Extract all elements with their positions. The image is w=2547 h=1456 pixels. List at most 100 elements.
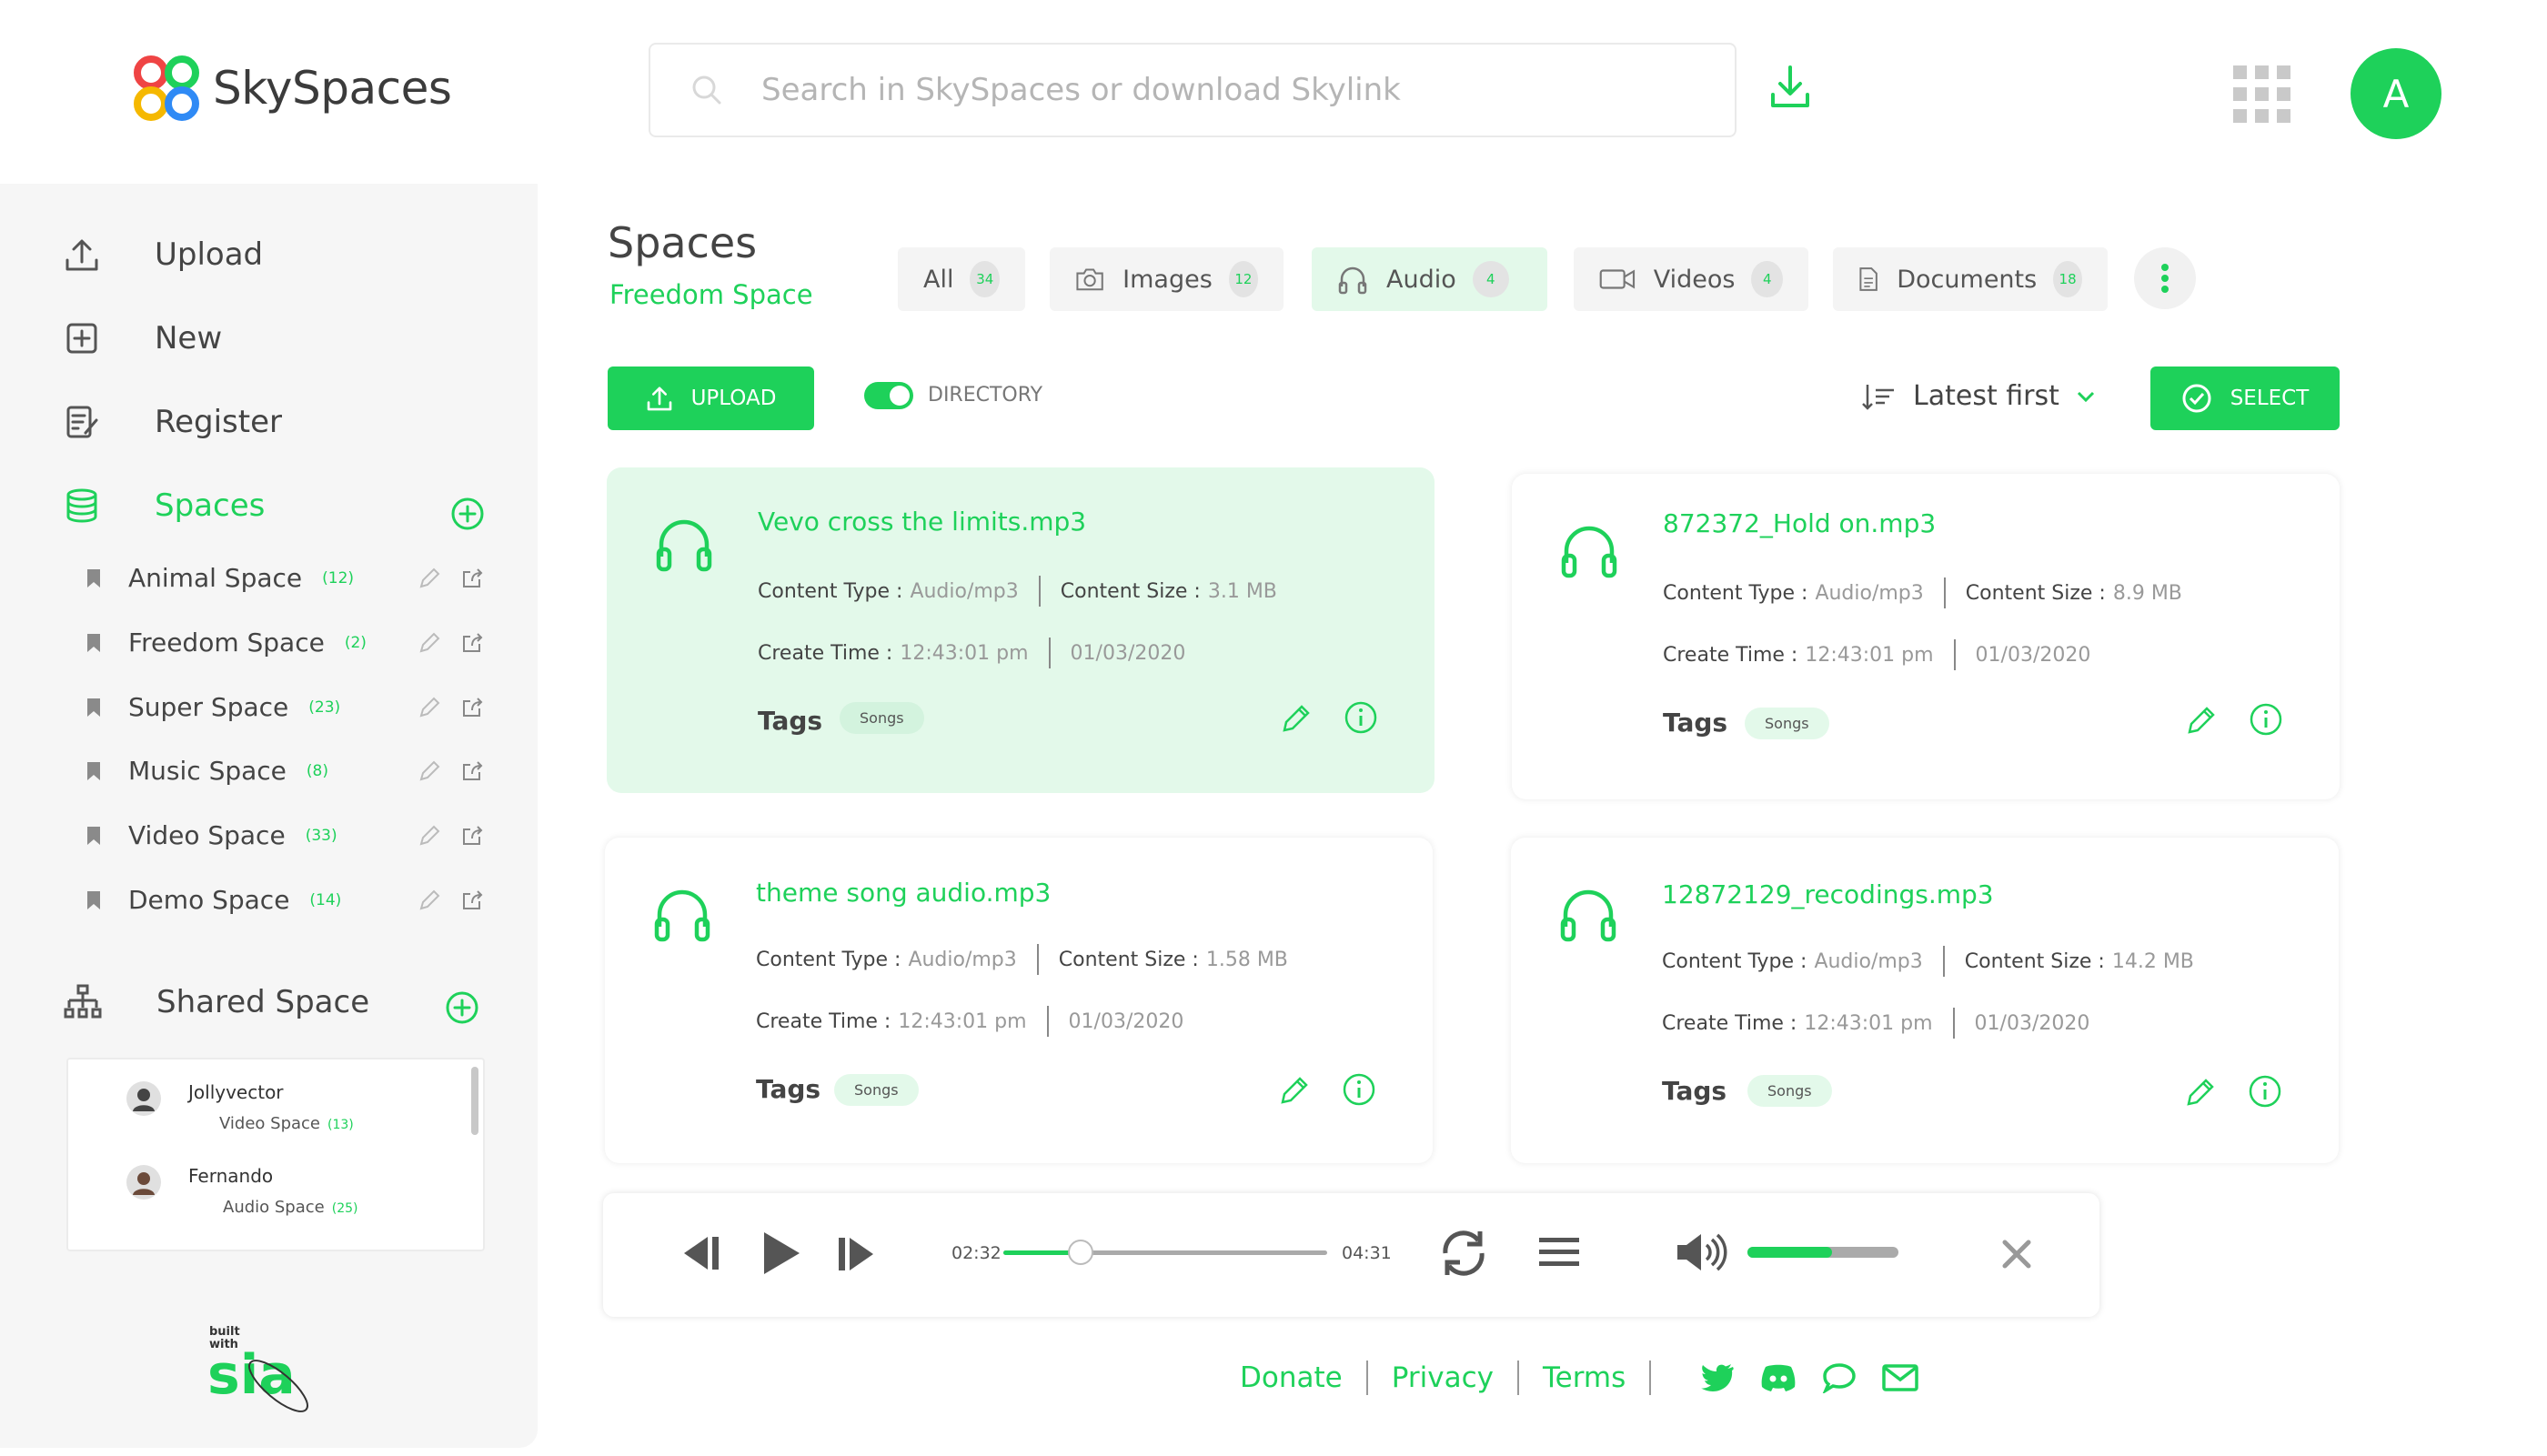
tab-videos[interactable]: Videos 4	[1574, 247, 1808, 311]
info-icon[interactable]	[2248, 1074, 2282, 1109]
more-options-button[interactable]	[2134, 247, 2196, 309]
progress-bar[interactable]	[1003, 1240, 1327, 1265]
sidebar-item-label: Upload	[155, 236, 264, 273]
chat-icon[interactable]	[1822, 1362, 1857, 1393]
space-item[interactable]: Demo Space (14)	[86, 885, 487, 915]
skip-forward-icon[interactable]	[837, 1234, 877, 1274]
shared-users-list[interactable]: Jollyvector Video Space (13) Fernando Aud…	[66, 1058, 485, 1251]
close-icon[interactable]	[2001, 1239, 2032, 1270]
edit-icon[interactable]	[1278, 1074, 1311, 1107]
skip-back-icon[interactable]	[680, 1233, 720, 1273]
share-icon[interactable]	[461, 567, 485, 590]
volume-slider[interactable]	[1747, 1247, 1898, 1258]
tag-chip[interactable]: Songs	[834, 1074, 919, 1106]
select-button[interactable]: SELECT	[2150, 367, 2340, 430]
tab-audio[interactable]: Audio 4	[1312, 247, 1547, 311]
info-icon[interactable]	[1344, 700, 1378, 735]
current-space-link[interactable]: Freedom Space	[609, 279, 813, 310]
terms-link[interactable]: Terms	[1543, 1361, 1626, 1394]
upload-icon	[647, 387, 671, 411]
sidebar-item-register[interactable]: Register	[64, 404, 282, 440]
add-space-icon[interactable]	[450, 497, 485, 531]
space-name: Video Space	[128, 820, 286, 850]
tab-all[interactable]: All 34	[898, 247, 1025, 311]
bookmark-icon	[87, 633, 100, 652]
sidebar-item-new[interactable]: New	[64, 320, 222, 356]
share-icon[interactable]	[461, 696, 485, 719]
sidebar-item-upload[interactable]: Upload	[64, 236, 263, 273]
email-icon[interactable]	[1882, 1364, 1919, 1391]
apps-grid-icon[interactable]	[2233, 65, 2290, 123]
chevron-down-icon	[2077, 391, 2094, 402]
directory-toggle[interactable]	[864, 382, 913, 409]
edit-icon[interactable]	[418, 696, 441, 719]
search-bar[interactable]	[649, 43, 1737, 137]
create-date-value: 01/03/2020	[1070, 641, 1186, 665]
share-icon[interactable]	[461, 759, 485, 783]
share-icon[interactable]	[461, 824, 485, 848]
sidebar-item-shared-space[interactable]: Shared Space	[64, 984, 369, 1020]
add-shared-space-icon[interactable]	[445, 990, 479, 1025]
play-icon[interactable]	[761, 1230, 801, 1277]
edit-icon[interactable]	[418, 631, 441, 655]
search-input[interactable]	[761, 72, 1580, 108]
edit-icon[interactable]	[1280, 702, 1313, 735]
discord-icon[interactable]	[1760, 1363, 1797, 1392]
donate-link[interactable]: Donate	[1240, 1361, 1343, 1394]
info-icon[interactable]	[2249, 702, 2283, 737]
scrollbar[interactable]	[471, 1067, 478, 1135]
shared-user-item[interactable]: Jollyvector Video Space (13)	[126, 1081, 354, 1133]
share-icon[interactable]	[461, 889, 485, 912]
file-name[interactable]: theme song audio.mp3	[756, 878, 1051, 908]
twitter-icon[interactable]	[1700, 1363, 1735, 1392]
space-item[interactable]: Freedom Space (2)	[86, 628, 487, 658]
tag-chip[interactable]: Songs	[1747, 1075, 1832, 1107]
tags-label: Tags	[756, 1074, 821, 1104]
file-name[interactable]: 12872129_recodings.mp3	[1662, 879, 1994, 909]
tab-label: Audio	[1386, 265, 1456, 294]
space-item[interactable]: Animal Space (12)	[86, 563, 487, 593]
app-logo[interactable]: SkySpaces	[131, 53, 452, 124]
share-icon[interactable]	[461, 631, 485, 655]
space-item[interactable]: Super Space (23)	[86, 692, 487, 722]
file-name[interactable]: Vevo cross the limits.mp3	[758, 507, 1086, 537]
edit-icon[interactable]	[418, 567, 441, 590]
progress-knob[interactable]	[1068, 1240, 1094, 1265]
file-card[interactable]: Vevo cross the limits.mp3 Content Type :…	[607, 467, 1435, 793]
user-avatar[interactable]: A	[2351, 48, 2441, 139]
edit-icon[interactable]	[2185, 704, 2218, 737]
download-icon[interactable]	[1768, 64, 1812, 111]
edit-icon[interactable]	[418, 824, 441, 848]
file-card[interactable]: 12872129_recodings.mp3 Content Type : Aud…	[1511, 838, 2339, 1163]
space-item[interactable]: Music Space (8)	[86, 756, 487, 786]
sitemap-icon	[64, 984, 102, 1019]
upload-button[interactable]: UPLOAD	[608, 367, 814, 430]
camera-icon	[1076, 268, 1103, 291]
tag-chip[interactable]: Songs	[1745, 708, 1829, 739]
shared-user-item[interactable]: Fernando Audio Space (25)	[126, 1165, 358, 1217]
file-card[interactable]: 872372_Hold on.mp3 Content Type : Audio/m…	[1512, 474, 2340, 799]
tab-images[interactable]: Images 12	[1050, 247, 1284, 311]
volume-icon[interactable]	[1676, 1232, 1730, 1272]
sidebar-item-spaces[interactable]: Spaces	[64, 487, 265, 524]
content-type-value: Audio/mp3	[1815, 581, 1924, 605]
select-button-label: SELECT	[2230, 387, 2310, 410]
page-title: Spaces	[608, 218, 758, 267]
edit-icon[interactable]	[418, 759, 441, 783]
file-name[interactable]: 872372_Hold on.mp3	[1663, 508, 1936, 538]
file-card[interactable]: theme song audio.mp3 Content Type : Audio…	[605, 838, 1433, 1163]
tab-label: Images	[1122, 265, 1213, 294]
repeat-icon[interactable]	[1436, 1228, 1491, 1279]
content-type-value: Audio/mp3	[910, 579, 1019, 603]
tab-documents[interactable]: Documents 18	[1833, 247, 2108, 311]
tag-chip[interactable]: Songs	[840, 702, 924, 734]
privacy-link[interactable]: Privacy	[1392, 1361, 1494, 1394]
create-time-value: 12:43:01 pm	[1804, 1011, 1933, 1035]
edit-icon[interactable]	[2184, 1076, 2217, 1109]
info-icon[interactable]	[1342, 1072, 1376, 1107]
playlist-icon[interactable]	[1537, 1235, 1581, 1270]
space-item[interactable]: Video Space (33)	[86, 820, 487, 850]
built-with-sia-logo[interactable]: built with sia	[207, 1320, 326, 1421]
sort-dropdown[interactable]: Latest first	[1860, 380, 2096, 412]
edit-icon[interactable]	[418, 889, 441, 912]
